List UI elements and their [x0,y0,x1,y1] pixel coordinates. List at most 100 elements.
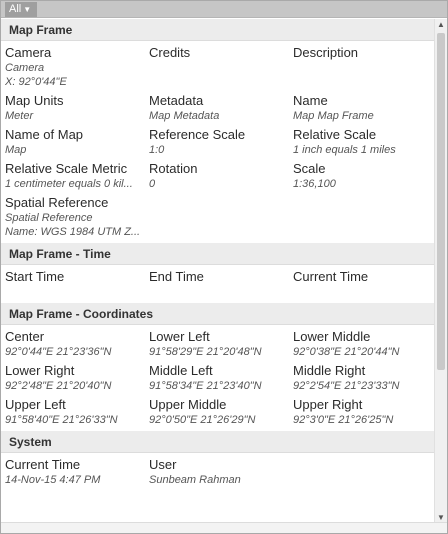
property-label: Current Time [5,457,81,472]
empty-value [293,61,434,75]
property-item[interactable]: Center 92°0'44"E 21°23'36"N [1,325,145,359]
property-label: Credits [149,45,191,60]
property-item[interactable]: Current Time 14-Nov-15 4:47 PM [1,453,145,487]
property-item[interactable]: Camera Camera X: 92°0'44"E [1,41,145,89]
property-label: Current Time [293,269,369,284]
property-item[interactable]: Scale 1:36,100 [289,157,434,191]
property-item[interactable]: Relative Scale Metric 1 centimeter equals… [1,157,145,191]
property-item[interactable]: Start Time [1,265,145,299]
property-label: Lower Left [149,329,210,344]
property-label: User [149,457,177,472]
property-label: Start Time [5,269,65,284]
property-item[interactable]: Relative Scale 1 inch equals 1 miles [289,123,434,157]
property-item[interactable]: User Sunbeam Rahman [145,453,289,487]
property-label: End Time [149,269,204,284]
property-value: 1 centimeter equals 0 kil... [5,178,133,190]
property-item[interactable]: Map Units Meter [1,89,145,123]
property-value: Name: WGS 1984 UTM Z... [5,226,141,238]
property-label: Upper Left [5,397,66,412]
property-item[interactable]: Middle Right 92°2'54"E 21°23'33"N [289,359,434,393]
property-value: 0 [149,178,156,190]
section-header[interactable]: Map Frame [1,19,434,41]
property-value: X: 92°0'44"E [5,76,67,88]
property-label: Middle Right [293,363,366,378]
section-grid: Center 92°0'44"E 21°23'36"N Lower Left 91°5… [1,325,434,427]
property-label: Middle Left [149,363,213,378]
dynamic-text-panel: All ▼ Map Frame Camera Camera X: 92°0'44"E C… [0,0,448,534]
property-label: Relative Scale Metric [5,161,128,176]
property-label: Name of Map [5,127,84,142]
property-item[interactable]: Lower Left 91°58'29"E 21°20'48"N [145,325,289,359]
property-label: Lower Middle [293,329,371,344]
property-label: Spatial Reference [5,195,109,210]
empty-value [293,285,434,299]
property-value: 92°0'44"E 21°23'36"N [5,346,112,358]
property-value: Map Map Frame [293,110,374,122]
property-label: Upper Middle [149,397,227,412]
property-item[interactable]: Description [289,41,434,89]
property-value: 1:36,100 [293,178,336,190]
property-value: 91°58'34"E 21°23'40"N [149,380,262,392]
property-value: Map Metadata [149,110,220,122]
property-item[interactable]: Rotation 0 [145,157,289,191]
property-label: Camera [5,45,52,60]
property-value: Sunbeam Rahman [149,474,241,486]
property-item[interactable]: Spatial Reference Spatial Reference Name: … [1,191,434,239]
property-item[interactable]: Current Time [289,265,434,299]
property-label: Lower Right [5,363,75,378]
property-value: Map [5,144,27,156]
section-header[interactable]: System [1,431,434,453]
bottom-strip [1,522,447,533]
property-value: 91°58'40"E 21°26'33"N [5,414,118,426]
property-value: 92°0'38"E 21°20'44"N [293,346,400,358]
property-item[interactable]: Upper Right 92°3'0"E 21°26'25"N [289,393,434,427]
property-value: 92°2'54"E 21°23'33"N [293,380,400,392]
section-grid: Start Time End Time Current Time [1,265,434,299]
property-item[interactable]: Upper Left 91°58'40"E 21°26'33"N [1,393,145,427]
empty-value [149,61,289,75]
property-label: Center [5,329,45,344]
property-item[interactable]: Lower Middle 92°0'38"E 21°20'44"N [289,325,434,359]
property-label: Metadata [149,93,204,108]
property-label: Rotation [149,161,198,176]
property-item[interactable]: Reference Scale 1:0 [145,123,289,157]
property-item[interactable]: Middle Left 91°58'34"E 21°23'40"N [145,359,289,393]
property-value: 92°3'0"E 21°26'25"N [293,414,394,426]
filter-dropdown[interactable]: All ▼ [5,2,38,17]
property-value: Camera [5,62,45,74]
property-value: Spatial Reference [5,212,93,224]
property-value: 1:0 [149,144,165,156]
property-value: 91°58'29"E 21°20'48"N [149,346,262,358]
property-label: Name [293,93,328,108]
property-value: Meter [5,110,34,122]
section-grid: Current Time 14-Nov-15 4:47 PM User Sunbeam… [1,453,434,487]
vertical-scrollbar[interactable]: ▲ ▼ [434,19,447,524]
property-item[interactable]: Name of Map Map [1,123,145,157]
empty-value [5,285,145,299]
scrollbar-thumb[interactable] [437,33,445,370]
property-item[interactable]: Upper Middle 92°0'50"E 21°26'29"N [145,393,289,427]
property-item[interactable]: End Time [145,265,289,299]
property-label: Relative Scale [293,127,377,142]
property-item[interactable]: Lower Right 92°2'48"E 21°20'40"N [1,359,145,393]
property-label: Upper Right [293,397,363,412]
property-item[interactable]: Credits [145,41,289,89]
property-label: Description [293,45,359,60]
property-list: Map Frame Camera Camera X: 92°0'44"E Credits… [1,19,434,522]
property-value: 92°2'48"E 21°20'40"N [5,380,112,392]
section-header[interactable]: Map Frame - Coordinates [1,303,434,325]
property-value: 14-Nov-15 4:47 PM [5,474,101,486]
arrow-up-icon[interactable]: ▲ [435,19,447,31]
property-label: Reference Scale [149,127,246,142]
chevron-down-icon: ▼ [23,5,32,14]
property-label: Map Units [5,93,64,108]
filter-bar: All ▼ [1,1,447,18]
property-item[interactable]: Name Map Map Frame [289,89,434,123]
property-item[interactable]: Metadata Map Metadata [145,89,289,123]
property-value: 92°0'50"E 21°26'29"N [149,414,256,426]
filter-label: All [9,3,22,15]
property-value: 1 inch equals 1 miles [293,144,396,156]
section-grid: Camera Camera X: 92°0'44"E Credits Descript… [1,41,434,239]
section-header[interactable]: Map Frame - Time [1,243,434,265]
